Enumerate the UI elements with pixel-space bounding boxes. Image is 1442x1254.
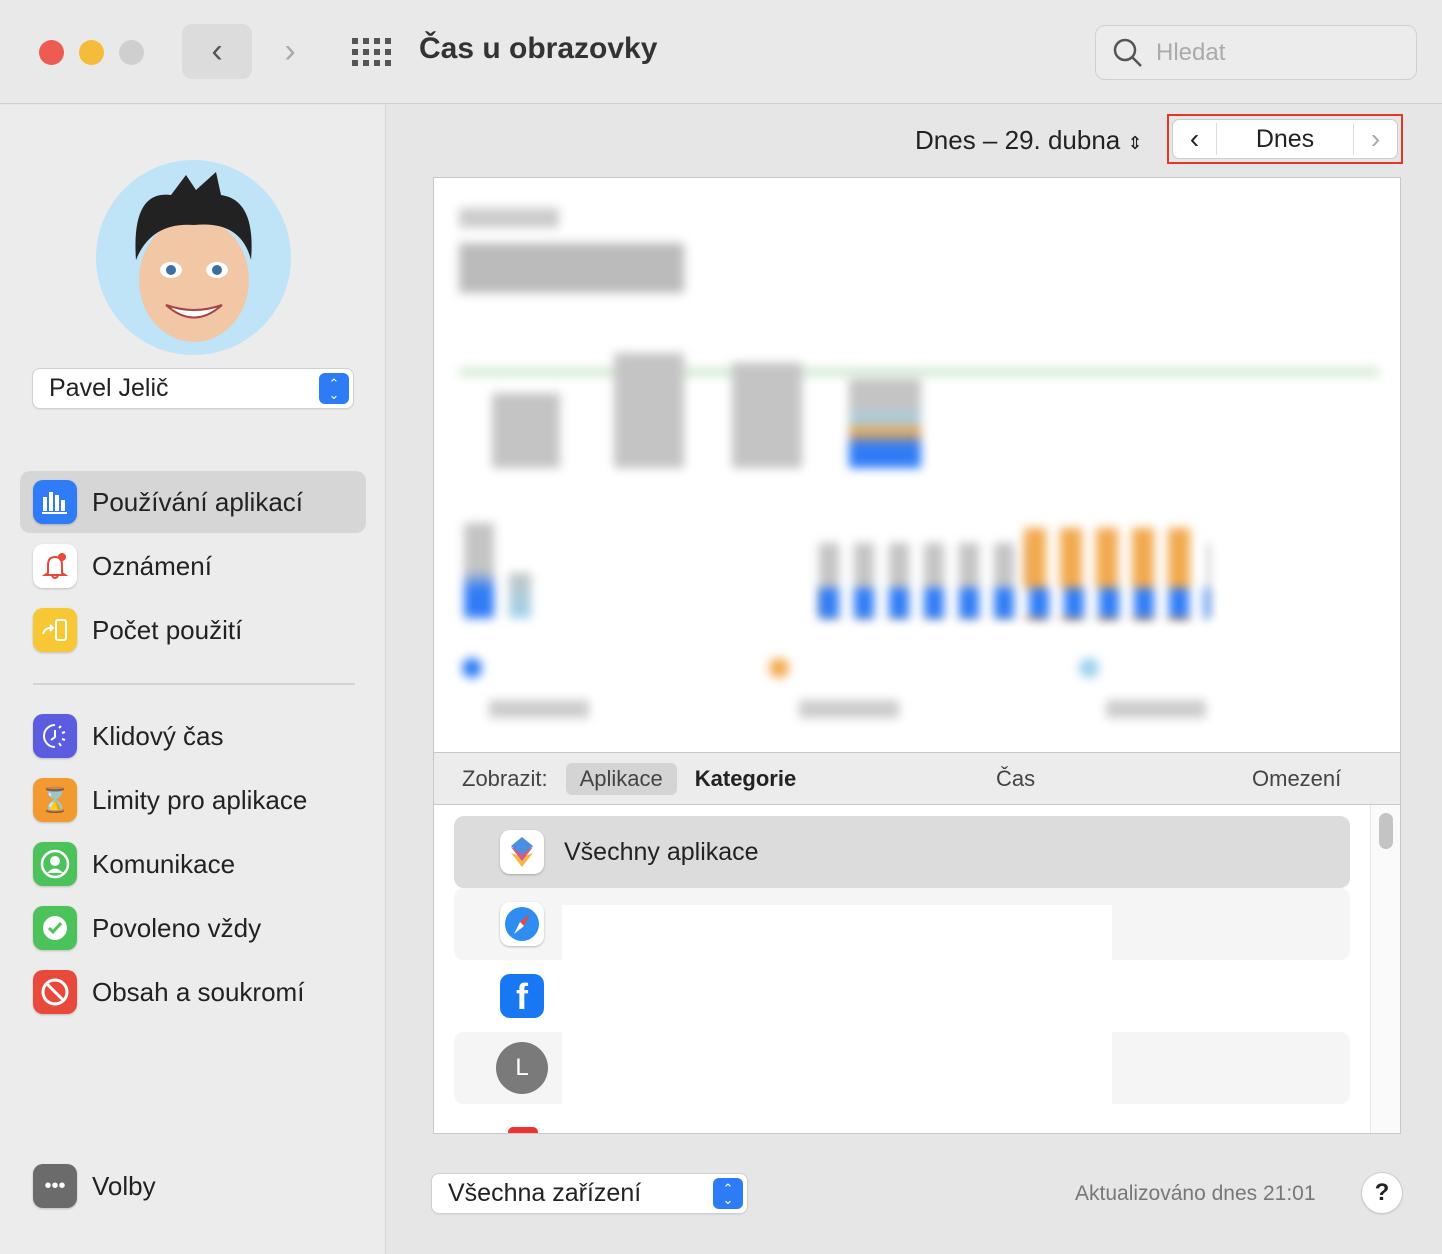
blurred-legend-dot (462, 658, 482, 678)
blurred-legend-dot (769, 658, 789, 678)
scrollbar-thumb[interactable] (1379, 813, 1393, 849)
sidebar: Pavel Jelič ⌃ ⌄ Používání aplikací Oznáme… (0, 105, 386, 1254)
previous-day-button[interactable]: ‹ (1173, 123, 1217, 155)
sidebar-item-label: Používání aplikací (92, 486, 304, 517)
blurred-bar (732, 363, 802, 468)
back-button[interactable]: ‹ (182, 24, 252, 79)
usage-panel: Zobrazit: Aplikace Kategorie Čas Omezení… (433, 177, 1401, 1134)
person-circle-icon (33, 842, 77, 886)
date-range-select[interactable]: Dnes – 29. dubna ⇕ (915, 125, 1143, 156)
app-icon-partial (508, 1127, 538, 1133)
blurred-label (459, 208, 559, 228)
close-button[interactable] (39, 40, 64, 65)
blurred-total (459, 243, 684, 293)
list-toolbar: Zobrazit: Aplikace Kategorie Čas Omezení (434, 752, 1400, 805)
sidebar-item-label: Povoleno vždy (92, 912, 262, 943)
sidebar-item-downtime[interactable]: Klidový čas (20, 705, 366, 767)
blurred-average-line (459, 368, 1379, 376)
pickup-icon (33, 608, 77, 652)
downtime-icon (33, 714, 77, 758)
tab-apps[interactable]: Aplikace (565, 762, 677, 795)
usage-chart-blurred (434, 178, 1400, 752)
avatar (96, 160, 291, 355)
device-select-value: Všechna zařízení (448, 1179, 642, 1207)
sidebar-item-content-privacy[interactable]: Obsah a soukromí (20, 961, 366, 1023)
sidebar-item-label: Komunikace (92, 848, 236, 879)
blurred-legend-value (489, 700, 589, 718)
zoom-button[interactable] (119, 40, 144, 65)
forward-button[interactable]: › (255, 24, 325, 79)
window-title: Čas u obrazovky (419, 32, 658, 65)
user-name: Pavel Jelič (49, 374, 169, 402)
up-down-chevron-icon: ⌃ ⌄ (319, 373, 349, 404)
user-select[interactable]: Pavel Jelič ⌃ ⌄ (33, 369, 353, 408)
redacted-area (562, 1032, 1112, 1104)
options-label: Volby (92, 1170, 156, 1201)
ellipsis-icon: ••• (33, 1164, 77, 1208)
chevron-right-icon: › (1370, 123, 1381, 154)
list-item-label: Všechny aplikace (564, 837, 759, 866)
sidebar-item-label: Klidový čas (92, 720, 224, 751)
scrollbar[interactable] (1370, 805, 1400, 1133)
safari-icon (500, 902, 544, 946)
list-item[interactable]: Všechny aplikace (454, 816, 1350, 888)
blurred-bar (509, 573, 531, 618)
sidebar-item-pickups[interactable]: Počet použití (20, 599, 366, 661)
today-button[interactable]: Dnes (1217, 125, 1353, 154)
show-label: Zobrazit: (462, 765, 548, 791)
hourglass-icon: ⌛ (33, 778, 77, 822)
main-content: Dnes – 29. dubna ⇕ ‹ Dnes › Zobrazit: Ap… (387, 105, 1442, 1254)
checkmark-badge-icon (33, 906, 77, 950)
all-apps-icon (500, 830, 544, 874)
next-day-button[interactable]: › (1353, 123, 1397, 155)
sidebar-item-notifications[interactable]: Oznámení (20, 535, 366, 597)
up-down-chevron-icon: ⇕ (1127, 133, 1143, 153)
updated-status: Aktualizováno dnes 21:01 (1075, 1182, 1316, 1205)
chevron-left-icon: ‹ (211, 32, 223, 70)
search-placeholder: Hledat (1156, 38, 1226, 66)
search-icon (1113, 38, 1142, 67)
facebook-icon: f (500, 974, 544, 1018)
app-list: Všechny aplikace f L (434, 805, 1400, 1133)
tab-categories[interactable]: Kategorie (695, 766, 796, 792)
blurred-bar (614, 353, 684, 468)
blurred-hourly-bars (819, 588, 1209, 618)
blurred-bar (492, 393, 560, 468)
date-label: Dnes – 29. dubna (915, 125, 1121, 155)
time-column-header[interactable]: Čas (996, 766, 1035, 792)
sidebar-item-label: Limity pro aplikace (92, 784, 308, 815)
date-navigation: ‹ Dnes › (1167, 114, 1403, 164)
sidebar-item-app-limits[interactable]: ⌛ Limity pro aplikace (20, 769, 366, 831)
chevron-right-icon: › (284, 32, 296, 70)
limits-column-header[interactable]: Omezení (1252, 766, 1341, 792)
options-button[interactable]: ••• Volby (20, 1155, 366, 1217)
minimize-button[interactable] (79, 40, 104, 65)
sidebar-item-label: Počet použití (92, 614, 243, 645)
title-bar: ‹ › Čas u obrazovky Hledat (0, 0, 1442, 104)
sidebar-item-communication[interactable]: Komunikace (20, 833, 366, 895)
sidebar-item-always-allowed[interactable]: Povoleno vždy (20, 897, 366, 959)
help-button[interactable]: ? (1362, 1173, 1402, 1213)
bar-chart-icon (33, 480, 77, 524)
prohibited-icon (33, 970, 77, 1014)
sidebar-item-label: Obsah a soukromí (92, 976, 305, 1007)
device-select[interactable]: Všechna zařízení ⌃ ⌄ (432, 1174, 747, 1213)
sidebar-item-app-usage[interactable]: Používání aplikací (20, 471, 366, 533)
blurred-legend-dot (1079, 658, 1099, 678)
blurred-bar (464, 523, 494, 618)
sidebar-item-label: Oznámení (92, 550, 212, 581)
search-input[interactable]: Hledat (1095, 25, 1417, 80)
blurred-legend-value (1106, 700, 1206, 718)
grid-icon[interactable] (352, 38, 391, 66)
blurred-bar (849, 378, 921, 468)
sidebar-divider (33, 683, 355, 685)
redacted-area (562, 905, 1112, 960)
blurred-legend-value (799, 700, 899, 718)
up-down-chevron-icon: ⌃ ⌄ (713, 1178, 743, 1209)
list-item[interactable]: f (454, 960, 1350, 1032)
bell-icon (33, 544, 77, 588)
letter-avatar-icon: L (496, 1042, 548, 1094)
chevron-left-icon: ‹ (1189, 123, 1200, 154)
